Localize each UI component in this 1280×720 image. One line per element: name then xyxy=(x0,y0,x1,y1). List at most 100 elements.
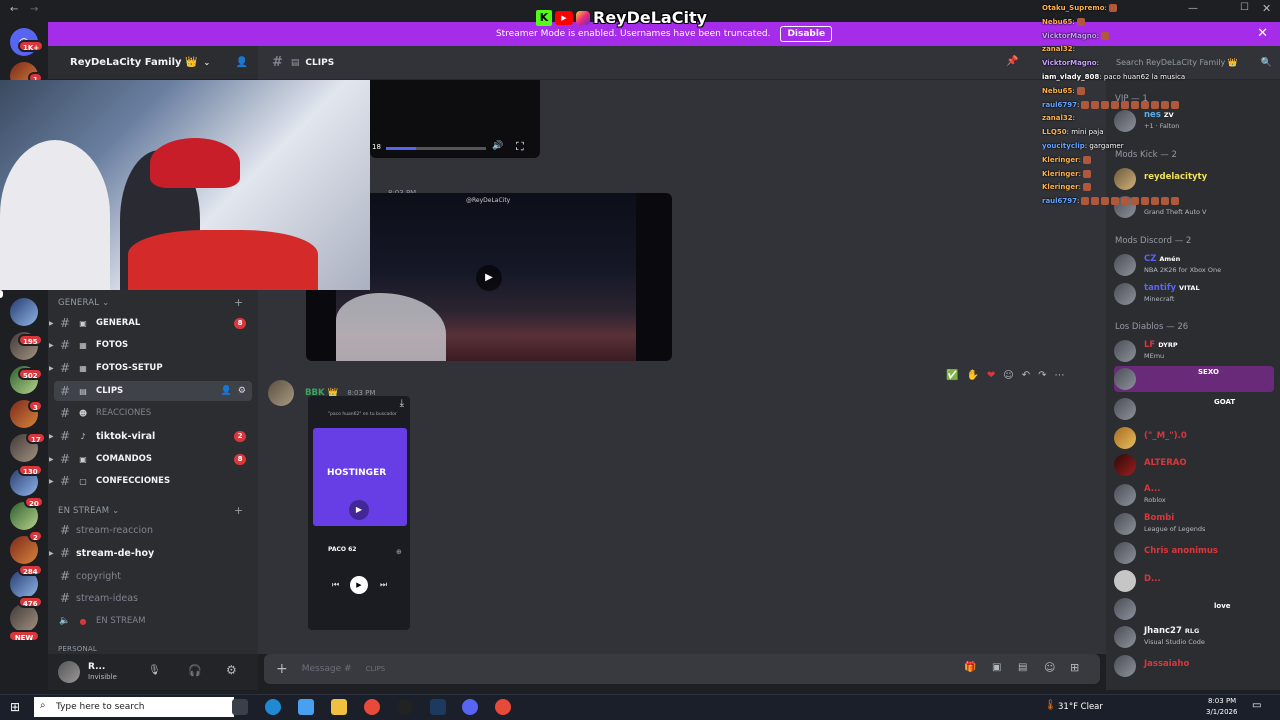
channel-tiktok-viral[interactable]: ▶ # ♪ tiktok-viral 2 xyxy=(49,426,252,446)
weather-text[interactable]: 31°F Clear xyxy=(1058,702,1103,712)
member-item[interactable]: nes ZV +1 · Falton xyxy=(1114,108,1274,134)
minimize-icon[interactable]: — xyxy=(1188,3,1198,14)
video-progress-track[interactable] xyxy=(386,147,486,150)
collapse-arrow-icon: ▶ xyxy=(49,455,54,463)
gift-icon[interactable]: 🎁 xyxy=(964,662,976,673)
steam-icon[interactable] xyxy=(430,699,446,715)
member-item[interactable]: GOAT xyxy=(1114,396,1274,422)
member-item[interactable]: CZ Amén NBA 2K26 for Xbox One xyxy=(1114,252,1274,278)
play-icon[interactable]: ▶ xyxy=(476,265,502,291)
add-reaction-icon[interactable]: ☺ xyxy=(1003,370,1013,381)
taskbar-search[interactable]: ⌕ Type here to search xyxy=(34,697,234,717)
voice-channel-en-stream[interactable]: 🔈 ● EN STREAM xyxy=(54,611,252,631)
chrome-icon[interactable] xyxy=(495,699,511,715)
download-icon[interactable]: ⤓ xyxy=(400,398,404,409)
discord-icon[interactable] xyxy=(462,699,478,715)
message-composer[interactable]: + Message # CLIPS 🎁 ▣ ▤ ☺ ⊞ xyxy=(264,654,1100,684)
weather-icon[interactable]: 🌡 xyxy=(1044,700,1057,711)
attach-plus-icon[interactable]: + xyxy=(276,661,288,677)
check-reaction-icon[interactable]: ✅ xyxy=(946,370,958,381)
channel-fotos-setup[interactable]: ▶ # ▦ FOTOS-SETUP xyxy=(49,358,252,378)
forward-icon[interactable]: ↷ xyxy=(1038,370,1046,381)
next-icon[interactable]: ⏭ xyxy=(380,580,387,590)
member-item[interactable]: Bombi League of Legends xyxy=(1114,511,1274,537)
disable-streamer-mode-button[interactable]: Disable xyxy=(780,26,833,42)
member-item[interactable]: ALTERAO xyxy=(1114,452,1274,478)
add-channel-icon[interactable]: + xyxy=(234,296,243,309)
file-explorer-icon[interactable] xyxy=(331,699,347,715)
edge-icon[interactable] xyxy=(265,699,281,715)
invite-icon[interactable]: 👤 xyxy=(221,386,232,396)
member-name: ("_M_").0 xyxy=(1144,431,1187,441)
channel-stream-ideas[interactable]: # stream-ideas xyxy=(54,588,252,608)
close-icon[interactable]: ✕ xyxy=(1262,2,1271,15)
sticker-icon[interactable]: ▤ xyxy=(1018,662,1027,673)
windows-start-icon[interactable]: ⊞ xyxy=(10,700,20,714)
member-item[interactable]: Chris anonimus xyxy=(1114,540,1274,566)
volume-icon[interactable]: 🔊 xyxy=(492,141,503,151)
copilot-icon[interactable] xyxy=(298,699,314,715)
play-icon[interactable]: ▶ xyxy=(349,500,369,520)
add-channel-icon[interactable]: + xyxy=(234,504,243,517)
member-item[interactable]: love xyxy=(1114,596,1274,622)
youtube-icon: ▶ xyxy=(555,10,573,25)
previous-icon[interactable]: ⏮ xyxy=(332,580,339,590)
clock-date[interactable]: 3/1/2026 xyxy=(1206,708,1237,716)
video-embed[interactable]: 18 🔊 ⛶ xyxy=(370,80,540,158)
add-member-icon[interactable]: 👤 xyxy=(236,57,248,68)
forward-icon[interactable]: → xyxy=(30,4,38,15)
category-en-stream[interactable]: EN STREAM ⌄ + xyxy=(58,504,243,517)
clip-embed[interactable]: ⤓ "paco huan62" en tu buscador HOSTINGER… xyxy=(308,396,410,630)
obs-icon[interactable] xyxy=(397,699,413,715)
member-item[interactable]: ("_M_").0 xyxy=(1114,425,1274,451)
reply-icon[interactable]: ↶ xyxy=(1022,370,1030,381)
message-input[interactable]: Message # xyxy=(302,664,352,674)
task-view-icon[interactable] xyxy=(232,699,248,715)
channel-stream-reaccion[interactable]: # stream-reaccion xyxy=(54,520,252,540)
chrome-icon[interactable] xyxy=(364,699,380,715)
gif-icon[interactable]: ▣ xyxy=(992,662,1001,673)
clock-time[interactable]: 8:03 PM xyxy=(1208,697,1236,705)
microphone-icon[interactable]: 🎙 xyxy=(148,665,161,676)
channel-copyright[interactable]: # copyright xyxy=(54,566,252,586)
member-item[interactable]: Jhanc27 RLG Visual Studio Code xyxy=(1114,624,1274,650)
more-icon[interactable]: ⋯ xyxy=(1055,370,1065,381)
channel-fotos[interactable]: ▶ # ▦ FOTOS xyxy=(49,335,252,355)
play-button[interactable]: ▶ xyxy=(350,576,368,594)
fullscreen-icon[interactable]: ⛶ xyxy=(516,140,524,154)
avatar[interactable] xyxy=(268,380,294,406)
member-item[interactable]: SEXO xyxy=(1114,366,1274,392)
member-item[interactable]: A... Roblox xyxy=(1114,482,1274,508)
member-item[interactable]: reydelacityty xyxy=(1114,166,1274,192)
notifications-icon[interactable]: ▭ xyxy=(1252,700,1261,711)
channel-general[interactable]: ▶ # ▣ GENERAL 8 xyxy=(49,313,252,333)
close-banner-icon[interactable]: ✕ xyxy=(1257,26,1268,41)
server-header[interactable]: ReyDeLaCity Family 👑 ⌄ 👤 xyxy=(48,46,258,80)
channel-reacciones[interactable]: # ☻ REACCIONES xyxy=(54,403,252,423)
channel-comandos[interactable]: ▶ # ▣ COMANDOS 8 xyxy=(49,449,252,469)
channel-confecciones[interactable]: ▶ # ▢ CONFECCIONES xyxy=(49,471,252,491)
member-item[interactable]: D... xyxy=(1114,568,1274,594)
user-settings-gear-icon[interactable]: ⚙ xyxy=(226,663,237,677)
member-item[interactable]: LF DYRP MEmu xyxy=(1114,338,1274,364)
settings-gear-icon[interactable]: ⚙ xyxy=(238,386,246,396)
apps-icon[interactable]: ⊞ xyxy=(1070,661,1079,674)
taskbar-search-input[interactable]: Type here to search xyxy=(56,702,144,712)
hand-reaction-icon[interactable]: ✋ xyxy=(966,370,978,381)
back-icon[interactable]: ← xyxy=(10,4,18,15)
search-input[interactable]: Search ReyDeLaCity Family 👑 xyxy=(1116,58,1238,67)
server-icon[interactable] xyxy=(10,298,38,326)
category-general[interactable]: GENERAL ⌄ + xyxy=(58,296,243,309)
member-item[interactable]: tantify VITAL Minecraft xyxy=(1114,281,1274,307)
channel-clips[interactable]: # ▤ CLIPS ⚙ 👤 xyxy=(54,381,252,401)
headphones-icon[interactable]: 🎧 xyxy=(188,664,202,677)
category-personal[interactable]: PERSONAL xyxy=(58,645,97,653)
avatar[interactable] xyxy=(58,661,80,683)
pin-icon[interactable]: 📌 xyxy=(1006,56,1018,67)
heart-reaction-icon[interactable]: ❤ xyxy=(987,370,995,381)
add-icon[interactable]: ⊕ xyxy=(396,548,402,556)
member-item[interactable]: Jassaiaho xyxy=(1114,653,1274,679)
emoji-icon[interactable]: ☺ xyxy=(1044,661,1055,674)
maximize-icon[interactable]: ☐ xyxy=(1240,2,1249,13)
channel-stream-de-hoy[interactable]: ▶ # stream-de-hoy xyxy=(49,543,252,563)
